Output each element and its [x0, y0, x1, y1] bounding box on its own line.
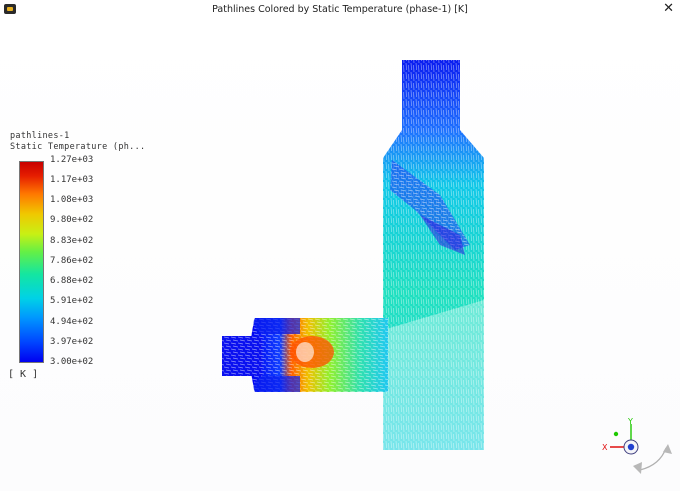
horizontal-duct: [222, 318, 388, 392]
pathline-render: Y X: [222, 60, 672, 474]
vertical-column: [383, 60, 484, 450]
triad-y-label: Y: [627, 417, 633, 426]
triad-x-label: X: [602, 443, 608, 452]
axis-triad[interactable]: Y X: [602, 417, 672, 474]
